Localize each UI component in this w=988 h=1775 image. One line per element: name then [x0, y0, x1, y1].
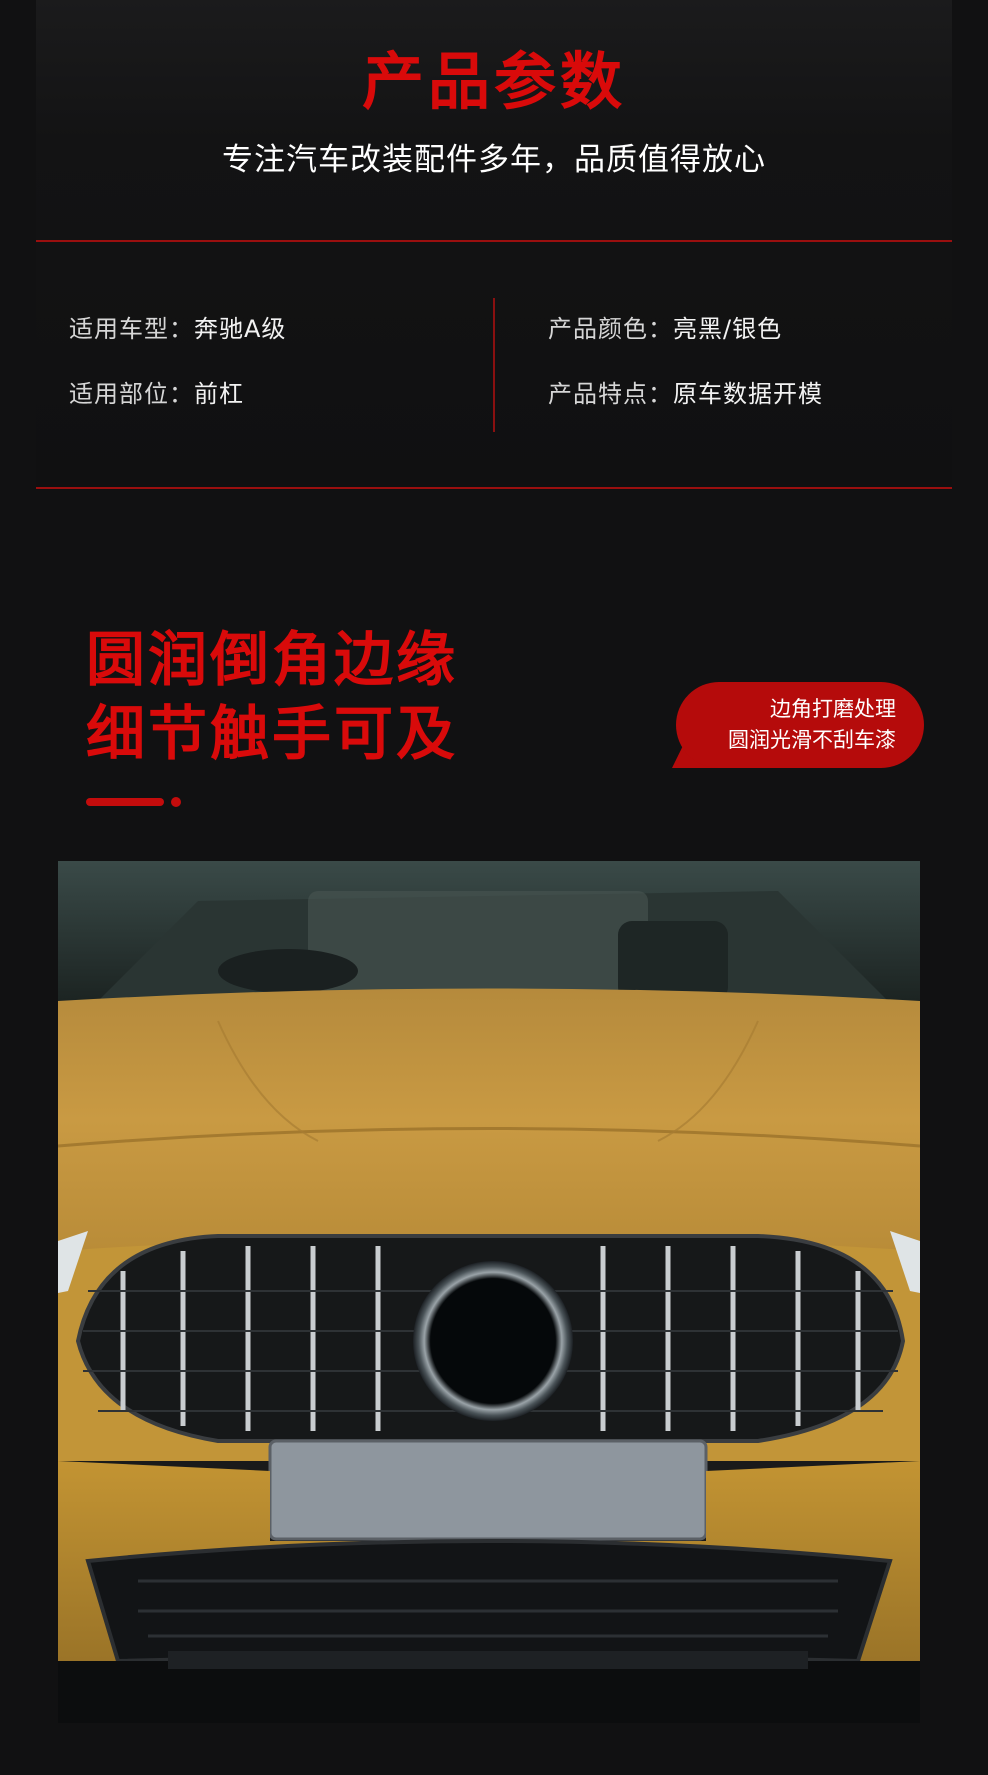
spec-feature: 产品特点：原车数据开模 [548, 378, 823, 410]
spec-car-model: 适用车型：奔驰A级 [69, 313, 286, 345]
page-title: 产品参数 [361, 45, 626, 118]
spec-label: 适用车型： [69, 315, 194, 343]
car-front-photo [58, 861, 920, 1723]
divider-top [36, 240, 952, 242]
divider-bottom [36, 487, 952, 489]
spec-label: 适用部位： [69, 380, 194, 408]
bubble-line1: 边角打磨处理 [770, 697, 896, 721]
accent-bar [86, 798, 164, 806]
detail-heading-line2: 细节触手可及 [86, 699, 459, 768]
divider-vertical [493, 298, 495, 432]
page-subtitle: 专注汽车改装配件多年，品质值得放心 [222, 142, 766, 178]
product-detail-page: 产品参数 专注汽车改装配件多年，品质值得放心 适用车型：奔驰A级 适用部位：前杠… [0, 0, 988, 1775]
feature-bubble: 边角打磨处理 圆润光滑不刮车漆 [676, 682, 924, 768]
accent-dot [171, 797, 181, 807]
spec-value: 亮黑/银色 [673, 315, 783, 343]
spec-value: 前杠 [194, 380, 244, 408]
spec-label: 产品特点： [548, 380, 673, 408]
spec-value: 原车数据开模 [673, 380, 823, 408]
spec-position: 适用部位：前杠 [69, 378, 244, 410]
spec-value: 奔驰A级 [194, 315, 287, 343]
detail-heading-line1: 圆润倒角边缘 [86, 625, 459, 694]
bubble-line2: 圆润光滑不刮车漆 [728, 728, 896, 752]
spec-color: 产品颜色：亮黑/银色 [548, 313, 782, 345]
spec-label: 产品颜色： [548, 315, 673, 343]
